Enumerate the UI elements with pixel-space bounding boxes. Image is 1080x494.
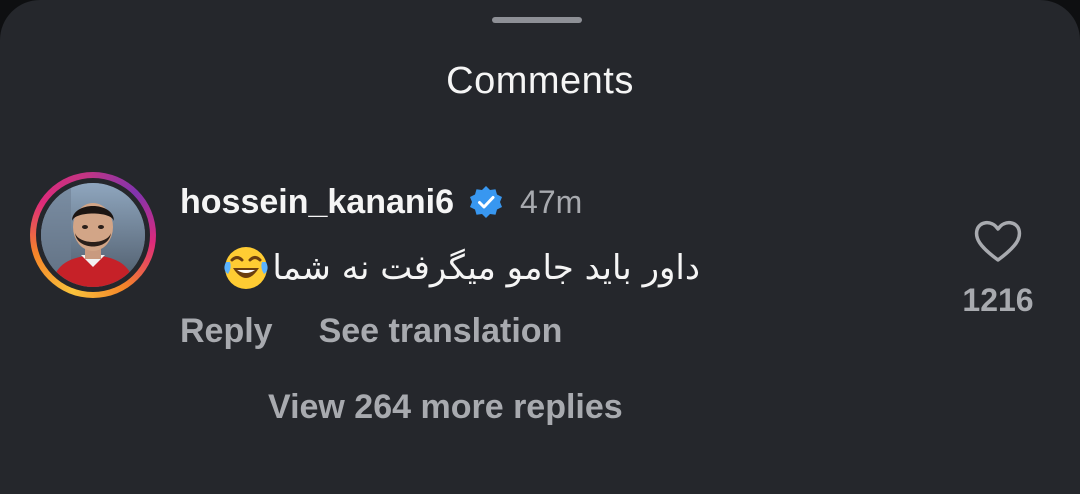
comment-timestamp: 47m <box>520 183 583 220</box>
see-translation-button[interactable]: See translation <box>319 312 563 351</box>
comment-header: hossein_kanani6 47m <box>180 180 582 224</box>
heart-icon[interactable] <box>973 218 1023 264</box>
laughing-with-tears-emoji-icon <box>222 244 270 292</box>
like-section: 1216 <box>950 218 1046 319</box>
like-count: 1216 <box>962 282 1034 318</box>
drag-handle[interactable] <box>492 17 582 23</box>
sheet-title: Comments <box>446 60 634 102</box>
avatar-portrait-icon <box>41 183 145 287</box>
verified-badge-icon <box>468 184 504 220</box>
comment-text: داور باید جامو میگرفت نه شما <box>272 248 700 288</box>
avatar-photo <box>41 183 145 287</box>
comment-body: داور باید جامو میگرفت نه شما <box>180 238 700 298</box>
avatar[interactable] <box>30 172 156 298</box>
reply-button[interactable]: Reply <box>180 312 273 351</box>
comment-actions: Reply See translation <box>180 308 562 354</box>
view-more-replies-button[interactable]: View 264 more replies <box>268 388 623 434</box>
username[interactable]: hossein_kanani6 <box>180 183 454 222</box>
comments-sheet: Comments hossein_kanani6 47m داور باید ج… <box>0 0 1080 494</box>
